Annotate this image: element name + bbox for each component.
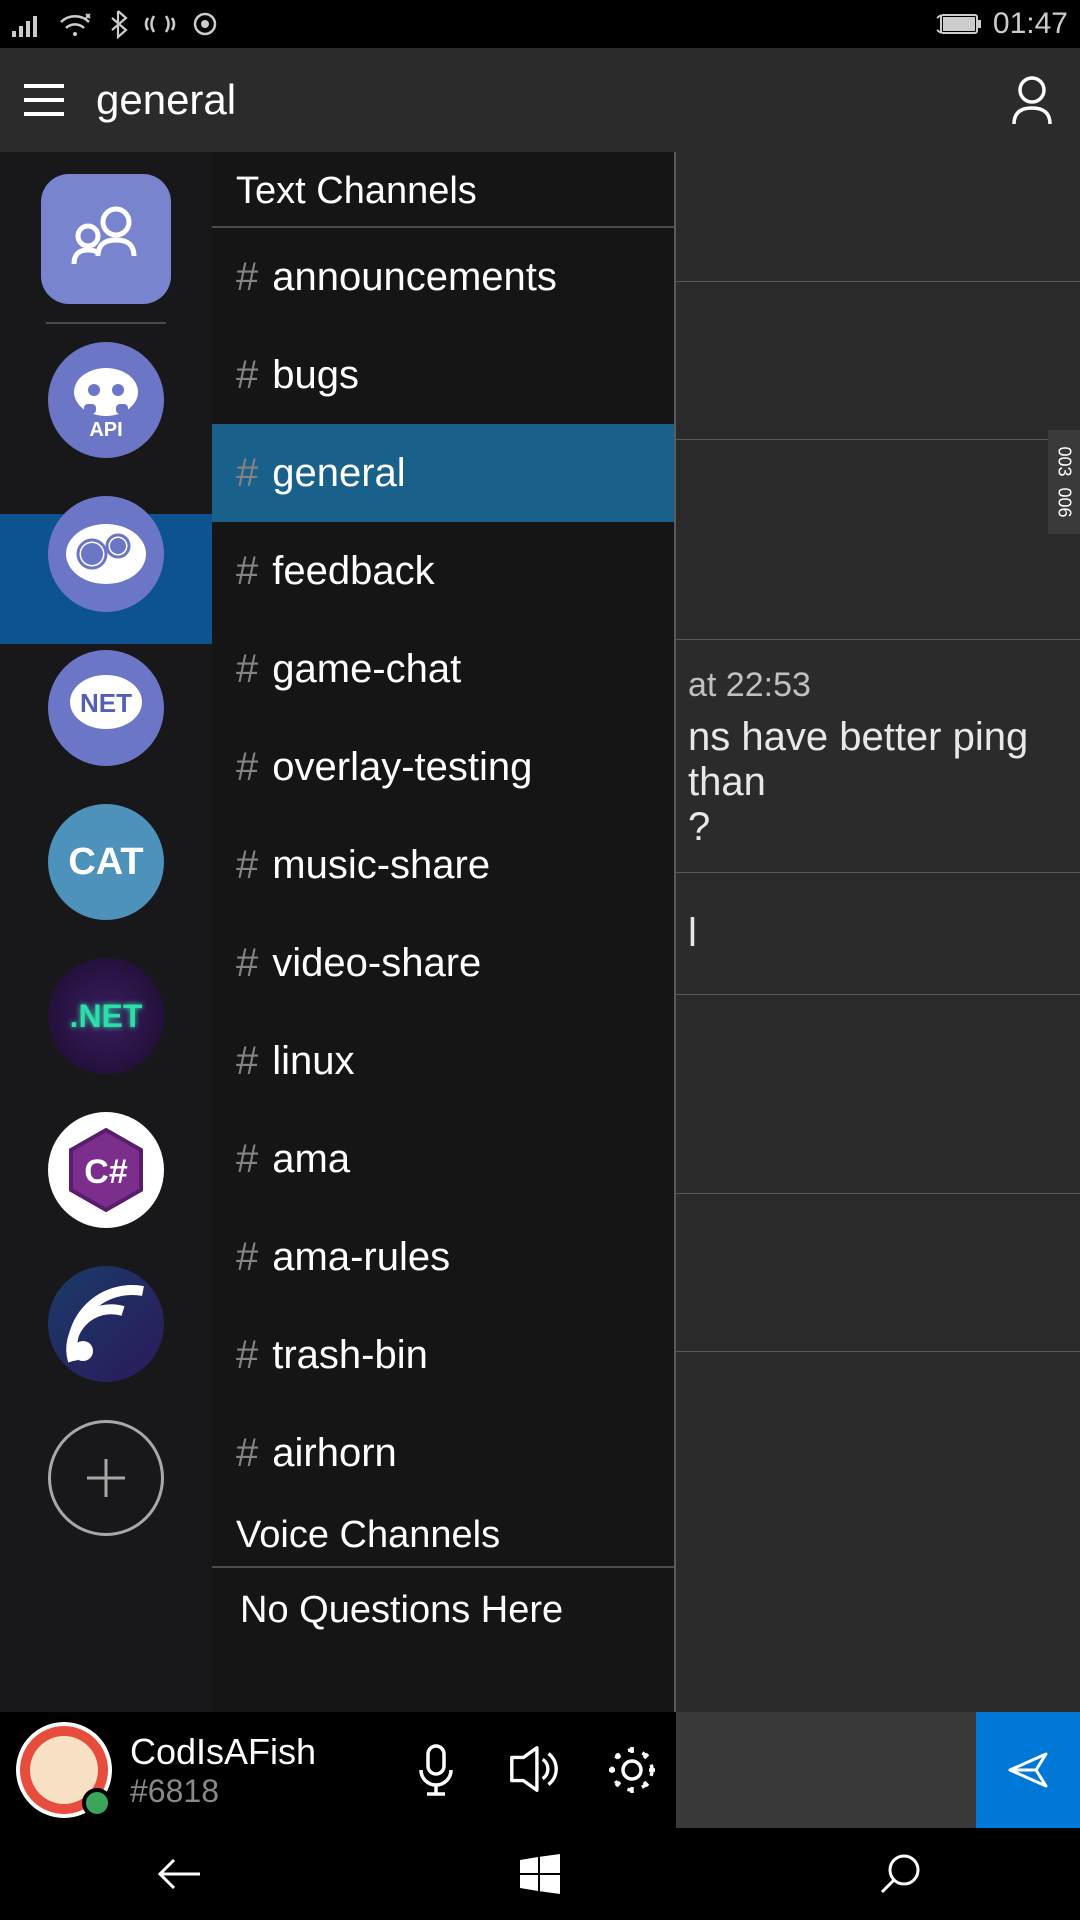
home-button[interactable] [41,174,171,304]
channel-game-chat[interactable]: # game-chat [212,620,674,718]
channel-label: game-chat [272,647,461,692]
channel-feedback[interactable]: # feedback [212,522,674,620]
channel-label: linux [272,1039,354,1084]
chat-area: at 22:53 ns have better ping than ? l [676,152,1080,1828]
channel-label: general [272,451,405,496]
status-right: 01:47 [935,7,1068,41]
hash-icon: # [236,353,258,398]
channel-label: overlay-testing [272,745,532,790]
channel-overlay-testing[interactable]: # overlay-testing [212,718,674,816]
wifi-icon [58,10,92,38]
members-button[interactable] [1004,72,1060,128]
hash-icon: # [236,1039,258,1084]
channel-bugs[interactable]: # bugs [212,326,674,424]
back-button[interactable] [150,1844,210,1904]
side-badge: 003 006 [1048,430,1080,534]
svg-text:C#: C# [84,1153,128,1191]
menu-button[interactable] [20,76,68,124]
channel-trash-bin[interactable]: # trash-bin [212,1306,674,1404]
channel-ama[interactable]: # ama [212,1110,674,1208]
settings-button[interactable] [604,1742,660,1798]
clock-label: 01:47 [993,7,1068,41]
send-button[interactable] [976,1712,1080,1828]
hash-icon: # [236,451,258,496]
svg-text:NET: NET [80,688,132,718]
user-bar: CodIsAFish #6818 [0,1712,676,1828]
channel-ama-rules[interactable]: # ama-rules [212,1208,674,1306]
status-online-icon [82,1788,112,1818]
channel-general[interactable]: # general [212,424,674,522]
hash-icon: # [236,1431,258,1476]
vibrate-icon [144,12,176,36]
channel-linux[interactable]: # linux [212,1012,674,1110]
message-input[interactable] [676,1712,976,1828]
windows-button[interactable] [510,1844,570,1904]
softkeys [0,1828,1080,1920]
server-cat-label: CAT [68,841,143,884]
voice-channels-header[interactable]: Voice Channels [212,1502,674,1568]
server-gears[interactable] [48,496,164,612]
hash-icon: # [236,1333,258,1378]
hash-icon: # [236,745,258,790]
server-rss[interactable] [48,1266,164,1382]
server-api[interactable]: API [48,342,164,458]
hash-icon: # [236,1137,258,1182]
channel-label: trash-bin [272,1333,428,1378]
hash-icon: # [236,255,258,300]
signal-icon [12,11,42,37]
rail-divider [46,322,166,324]
channel-label: announcements [272,255,557,300]
app-body: API NET CAT .NET C# Text Channels # annou… [0,152,1080,1828]
bluetooth-icon [108,9,128,39]
channel-label: video-share [272,941,481,986]
channel-label: music-share [272,843,490,888]
search-button[interactable] [870,1844,930,1904]
hash-icon: # [236,1235,258,1280]
channel-label: ama [272,1137,350,1182]
side-badge-bottom: 006 [1053,487,1074,517]
server-rail: API NET CAT .NET C# [0,152,212,1828]
channel-video-share[interactable]: # video-share [212,914,674,1012]
hash-icon: # [236,941,258,986]
channel-label: bugs [272,353,359,398]
user-tag: #6818 [130,1773,316,1810]
server-cat[interactable]: CAT [48,804,164,920]
deafen-button[interactable] [506,1742,562,1798]
text-channels-header[interactable]: Text Channels [212,152,674,228]
user-name: CodIsAFish [130,1731,316,1773]
avatar[interactable] [16,1722,112,1818]
channel-label: airhorn [272,1431,397,1476]
mute-button[interactable] [408,1742,464,1798]
channel-music-share[interactable]: # music-share [212,816,674,914]
status-bar: 01:47 [0,0,1080,48]
channel-list: Text Channels # announcements # bugs # genera… [212,152,676,1828]
message-timestamp: at 22:53 [688,646,1068,715]
svg-text:API: API [89,419,122,441]
input-area [676,1712,1080,1828]
voice-channel-no-questions-here[interactable]: No Questions Here [212,1568,674,1652]
user-info: CodIsAFish #6818 [130,1731,316,1810]
channel-label: feedback [272,549,434,594]
server-net[interactable]: NET [48,650,164,766]
message-text: ns have better ping than ? [688,715,1068,850]
server-dotnet-label: .NET [70,998,143,1035]
app-header: general [0,48,1080,152]
message-fragment: l [688,911,697,955]
channel-announcements[interactable]: # announcements [212,228,674,326]
location-icon [192,11,218,37]
channel-label: ama-rules [272,1235,450,1280]
add-server-button[interactable] [48,1420,164,1536]
hash-icon: # [236,647,258,692]
channel-airhorn[interactable]: # airhorn [212,1404,674,1502]
battery-icon [935,12,983,36]
hash-icon: # [236,549,258,594]
hash-icon: # [236,843,258,888]
side-badge-top: 003 [1053,446,1074,476]
server-dotnet[interactable]: .NET [48,958,164,1074]
page-title: general [96,76,236,124]
server-csharp[interactable]: C# [48,1112,164,1228]
status-left [12,9,218,39]
